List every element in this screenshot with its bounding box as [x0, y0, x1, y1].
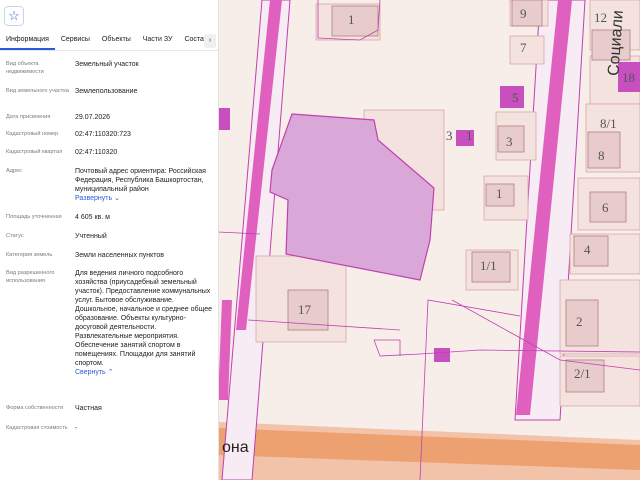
address-text: Почтовый адрес ориентира: Российская Фед… — [75, 168, 206, 193]
tab-bar: Информация Сервисы Объекты Части ЗУ Сост… — [0, 34, 218, 51]
parcel-number: 2/1 — [574, 366, 591, 381]
parcel-number: 8/1 — [600, 116, 617, 131]
field-value: - — [75, 425, 78, 432]
permitted-use-text: Для ведения личного подсобного хозяйства… — [75, 270, 212, 367]
tab-objects[interactable]: Объекты — [96, 34, 137, 50]
tab-services[interactable]: Сервисы — [55, 34, 96, 50]
parcel-number: 9 — [520, 6, 527, 21]
field-value: Для ведения личного подсобного хозяйства… — [75, 269, 215, 377]
parcel-number: 4 — [584, 242, 591, 257]
parcel-number: 17 — [298, 302, 312, 317]
parcel-number: 1 — [348, 12, 355, 27]
field-label: Вид земельного участка — [6, 88, 69, 94]
tab-information[interactable]: Информация — [0, 34, 55, 50]
cadastral-map[interactable]: Социали она 1 9 7 12 18 5 8/1 3 3 1 8 1 … — [218, 0, 640, 480]
field-value: 4 605 кв. м — [75, 214, 110, 221]
field-value: Почтовый адрес ориентира: Российская Фед… — [75, 167, 215, 203]
parcel-number: 5 — [512, 90, 519, 105]
parcel-number: 1/1 — [480, 258, 497, 273]
parcel-number: 6 — [602, 200, 609, 215]
parcel-number: 12 — [594, 10, 607, 25]
field-value: 02:47:110320 — [75, 149, 118, 156]
field-label: Категория земель — [6, 252, 53, 258]
parcel-number: 2 — [576, 314, 583, 329]
tabs-next-arrow-button[interactable]: › — [204, 34, 216, 48]
field-label: Статус — [6, 233, 24, 239]
parcel-number: 18 — [622, 70, 635, 85]
field-value: Земли населенных пунктов — [75, 252, 165, 259]
field-value: 29.07.2026 — [75, 114, 111, 121]
chevron-down-icon: ⌄ — [114, 195, 120, 202]
field-value: 02:47:110320:723 — [75, 131, 131, 138]
street-label-bottom: она — [222, 439, 249, 456]
star-icon: ☆ — [8, 8, 20, 23]
parcel-number: 8 — [598, 148, 605, 163]
field-label: Кадастровая стоимость — [6, 425, 68, 431]
parcel-number: 1 — [496, 186, 503, 201]
field-label: Адрес — [6, 168, 23, 174]
field-label: Кадастровый номер — [6, 131, 59, 137]
expand-address-link[interactable]: Развернуть ⌄ — [75, 194, 215, 203]
parcel-number: 3 — [506, 134, 513, 149]
parcel-number: 1 — [466, 128, 473, 143]
field-value: Частная — [75, 405, 102, 412]
chevron-up-icon: ⌃ — [107, 369, 114, 376]
favorite-star-button[interactable]: ☆ — [4, 6, 24, 26]
field-value: Учтенный — [75, 233, 107, 240]
field-label: Вид разрешенного использования — [6, 270, 55, 284]
parcel-number: 3 — [446, 128, 453, 143]
tab-parts[interactable]: Части ЗУ — [137, 34, 179, 50]
collapse-link[interactable]: Свернуть ⌃ — [75, 368, 215, 377]
map-canvas[interactable]: Социали она 1 9 7 12 18 5 8/1 3 3 1 8 1 … — [218, 0, 640, 480]
field-value: Землепользование — [75, 88, 138, 95]
field-value: Земельный участок — [75, 61, 139, 68]
field-label: Вид объекта недвижимости — [6, 61, 44, 75]
parcel-number: 7 — [520, 40, 527, 55]
info-panel: ☆ Информация Сервисы Объекты Части ЗУ Со… — [0, 0, 219, 480]
field-label: Кадастровый квартал — [6, 149, 63, 155]
field-label: Форма собственности — [6, 405, 64, 411]
field-label: Дата присвоения — [6, 114, 51, 120]
field-label: Площадь уточненная — [6, 214, 62, 220]
